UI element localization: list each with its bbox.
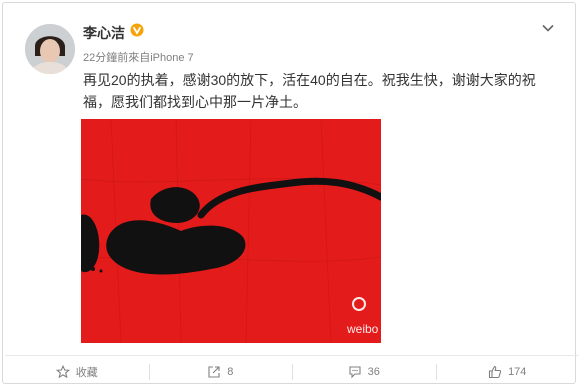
favorite-label: 收藏 [75, 366, 98, 379]
post-meta: 22分鐘前來自iPhone 7 [83, 52, 194, 64]
comment-icon [349, 365, 361, 378]
avatar-image [25, 24, 75, 74]
comment-button[interactable]: 36 [292, 356, 436, 387]
star-icon [55, 364, 70, 378]
svg-text:weibo: weibo [346, 322, 379, 336]
like-count: 174 [508, 365, 527, 378]
username[interactable]: 李心洁 [83, 23, 125, 43]
post-content: 再见20的执着，感谢30的放下，活在40的自在。祝我生快，谢谢大家的祝福，愿我们… [83, 72, 536, 110]
weibo-post-card: 李心洁 22分鐘前來自iPhone 7 再见20的执着，感谢30的放下，活在40… [2, 2, 579, 387]
like-button[interactable]: 174 [435, 356, 580, 387]
chevron-down-icon[interactable] [541, 21, 555, 35]
share-icon [208, 365, 220, 378]
post-actions-bar: 收藏 8 36 174 [5, 355, 579, 387]
avatar[interactable] [25, 24, 75, 74]
favorite-button[interactable]: 收藏 [5, 356, 149, 387]
verified-badge-icon [130, 23, 144, 37]
share-count: 8 [227, 365, 234, 378]
comment-count: 36 [367, 365, 380, 378]
post-image[interactable]: weibo [81, 119, 381, 343]
share-button[interactable]: 8 [148, 356, 293, 387]
calligraphy-image: weibo [81, 119, 381, 343]
thumbs-up-icon [489, 365, 502, 378]
